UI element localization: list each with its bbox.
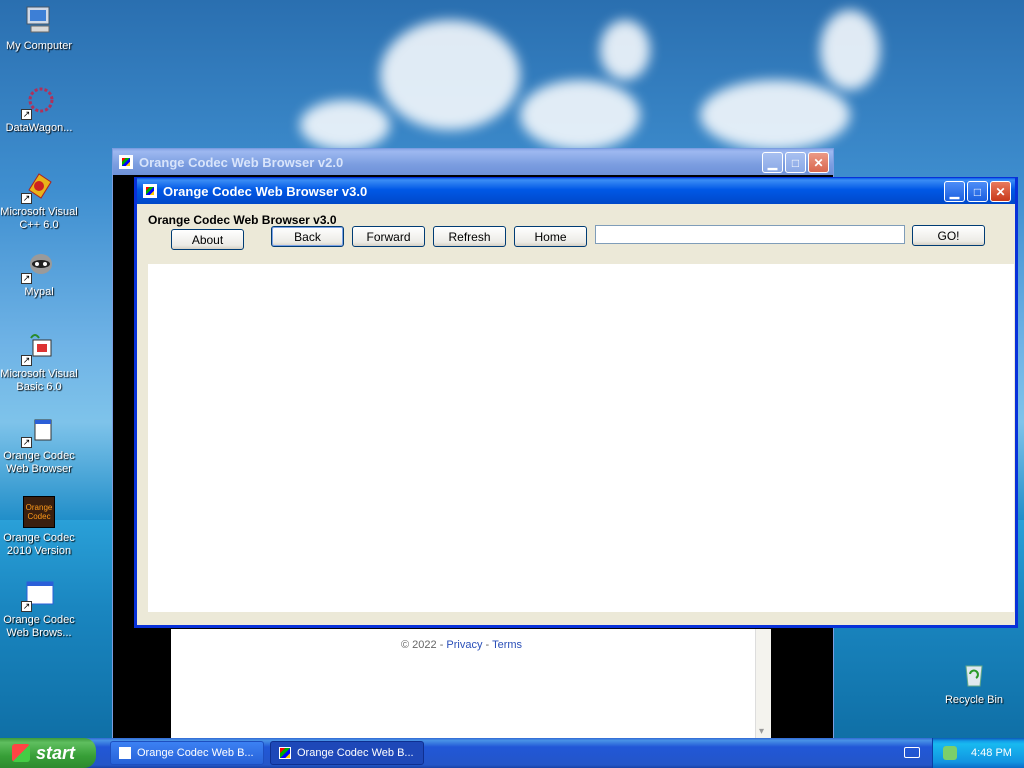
privacy-link[interactable]: Privacy bbox=[446, 639, 482, 651]
home-button[interactable]: Home bbox=[514, 226, 587, 247]
desktop-icon-mypal[interactable]: ↗ Mypal bbox=[0, 250, 78, 299]
close-button[interactable]: ✕ bbox=[990, 181, 1011, 202]
terms-link[interactable]: Terms bbox=[492, 639, 522, 651]
raccoon-icon: ↗ bbox=[21, 250, 55, 284]
footer-copyright: © 2022 - bbox=[401, 639, 444, 651]
taskbar-button-browser-v3[interactable]: Orange Codec Web B... bbox=[270, 741, 424, 765]
shortcut-arrow-icon: ↗ bbox=[21, 193, 32, 204]
desktop-icon-label: Recycle Bin bbox=[944, 694, 1004, 706]
start-label: start bbox=[36, 742, 76, 763]
browser-window-v3[interactable]: Orange Codec Web Browser v3.0 ▁ □ ✕ Oran… bbox=[134, 177, 1018, 628]
app-icon bbox=[119, 155, 133, 169]
address-input[interactable] bbox=[595, 225, 905, 244]
keyboard-icon[interactable] bbox=[904, 747, 920, 758]
desktop-icon-label: Microsoft Visual C++ 6.0 bbox=[0, 206, 78, 231]
maximize-button[interactable]: □ bbox=[785, 152, 806, 173]
desktop-icon-label: DataWagon... bbox=[5, 122, 73, 134]
application-icon: ↗ bbox=[21, 414, 55, 448]
window-titlebar[interactable]: Orange Codec Web Browser v2.0 ▁ □ ✕ bbox=[113, 149, 833, 175]
desktop-icon-label: My Computer bbox=[5, 40, 73, 52]
desktop-icon-label: Orange Codec Web Browser bbox=[3, 450, 75, 475]
shortcut-arrow-icon: ↗ bbox=[21, 273, 32, 284]
window-title: Orange Codec Web Browser v2.0 bbox=[139, 154, 344, 170]
maximize-button[interactable]: □ bbox=[967, 181, 988, 202]
back-button[interactable]: Back bbox=[271, 226, 344, 247]
visual-basic-icon: ↗ bbox=[21, 332, 55, 366]
desktop-icon-label: Orange Codec Web Brows... bbox=[3, 614, 75, 639]
desktop-icon-orange-codec-2010[interactable]: Orange Codec Orange Codec 2010 Version bbox=[0, 496, 78, 558]
minimize-button[interactable]: ▁ bbox=[944, 181, 965, 202]
about-button[interactable]: About bbox=[171, 229, 244, 250]
task-label: Orange Codec Web B... bbox=[137, 747, 254, 759]
desktop-icon-recycle-bin[interactable]: Recycle Bin bbox=[935, 658, 1013, 707]
web-content: © 2022 - Privacy - Terms ▾ bbox=[171, 629, 771, 741]
go-button[interactable]: GO! bbox=[912, 225, 985, 246]
footer-separator: - bbox=[485, 639, 490, 651]
datawagon-icon: ↗ bbox=[21, 86, 55, 120]
app-window-icon bbox=[279, 747, 291, 759]
clock[interactable]: 4:48 PM bbox=[971, 747, 1012, 759]
task-label: Orange Codec Web B... bbox=[297, 747, 414, 759]
shortcut-arrow-icon: ↗ bbox=[21, 601, 32, 612]
refresh-button[interactable]: Refresh bbox=[433, 226, 506, 247]
close-button[interactable]: ✕ bbox=[808, 152, 829, 173]
scroll-down-icon[interactable]: ▾ bbox=[759, 726, 764, 737]
start-button[interactable]: start bbox=[0, 738, 96, 768]
desktop-icon-orange-codec-browser[interactable]: ↗ Orange Codec Web Browser bbox=[0, 414, 78, 476]
shortcut-arrow-icon: ↗ bbox=[21, 355, 32, 366]
visual-cpp-icon: ↗ bbox=[21, 170, 55, 204]
vertical-scrollbar[interactable]: ▾ bbox=[755, 629, 771, 741]
desktop-icon-visual-cpp[interactable]: ↗ Microsoft Visual C++ 6.0 bbox=[0, 170, 78, 232]
desktop-icon-visual-basic[interactable]: ↗ Microsoft Visual Basic 6.0 bbox=[0, 332, 78, 394]
shortcut-arrow-icon: ↗ bbox=[21, 437, 32, 448]
computer-icon bbox=[23, 4, 55, 36]
window-title: Orange Codec Web Browser v3.0 bbox=[163, 183, 368, 199]
recycle-bin-icon bbox=[958, 658, 990, 690]
forward-button[interactable]: Forward bbox=[352, 226, 425, 247]
taskbar-button-browser-v2[interactable]: Orange Codec Web B... bbox=[110, 741, 264, 765]
desktop-icon-datawagon[interactable]: ↗ DataWagon... bbox=[0, 86, 78, 135]
desktop-icon-label: Orange Codec 2010 Version bbox=[3, 532, 75, 557]
desktop-icon-my-computer[interactable]: My Computer bbox=[0, 4, 78, 53]
desktop-icon-label: Microsoft Visual Basic 6.0 bbox=[0, 368, 78, 393]
desktop-icon-orange-codec-web-brows[interactable]: ↗ Orange Codec Web Brows... bbox=[0, 578, 78, 640]
app-icon bbox=[143, 184, 157, 198]
orange-codec-icon-text: Orange Codec bbox=[25, 503, 53, 521]
minimize-button[interactable]: ▁ bbox=[762, 152, 783, 173]
taskbar: start Orange Codec Web B... Orange Codec… bbox=[0, 738, 1024, 768]
window-icon: ↗ bbox=[21, 578, 55, 612]
desktop-icon-label: Mypal bbox=[24, 286, 54, 298]
system-tray: 4:48 PM bbox=[932, 738, 1024, 768]
folder-window-icon bbox=[119, 747, 131, 759]
shortcut-arrow-icon: ↗ bbox=[21, 109, 32, 120]
window-titlebar[interactable]: Orange Codec Web Browser v3.0 ▁ □ ✕ bbox=[137, 178, 1015, 204]
orange-codec-icon: Orange Codec bbox=[23, 496, 55, 528]
network-icon[interactable] bbox=[943, 746, 957, 760]
app-heading: Orange Codec Web Browser v3.0 bbox=[148, 213, 337, 227]
windows-logo-icon bbox=[12, 744, 30, 762]
page-footer: © 2022 - Privacy - Terms bbox=[401, 639, 522, 651]
browser-viewport[interactable] bbox=[148, 264, 1014, 612]
